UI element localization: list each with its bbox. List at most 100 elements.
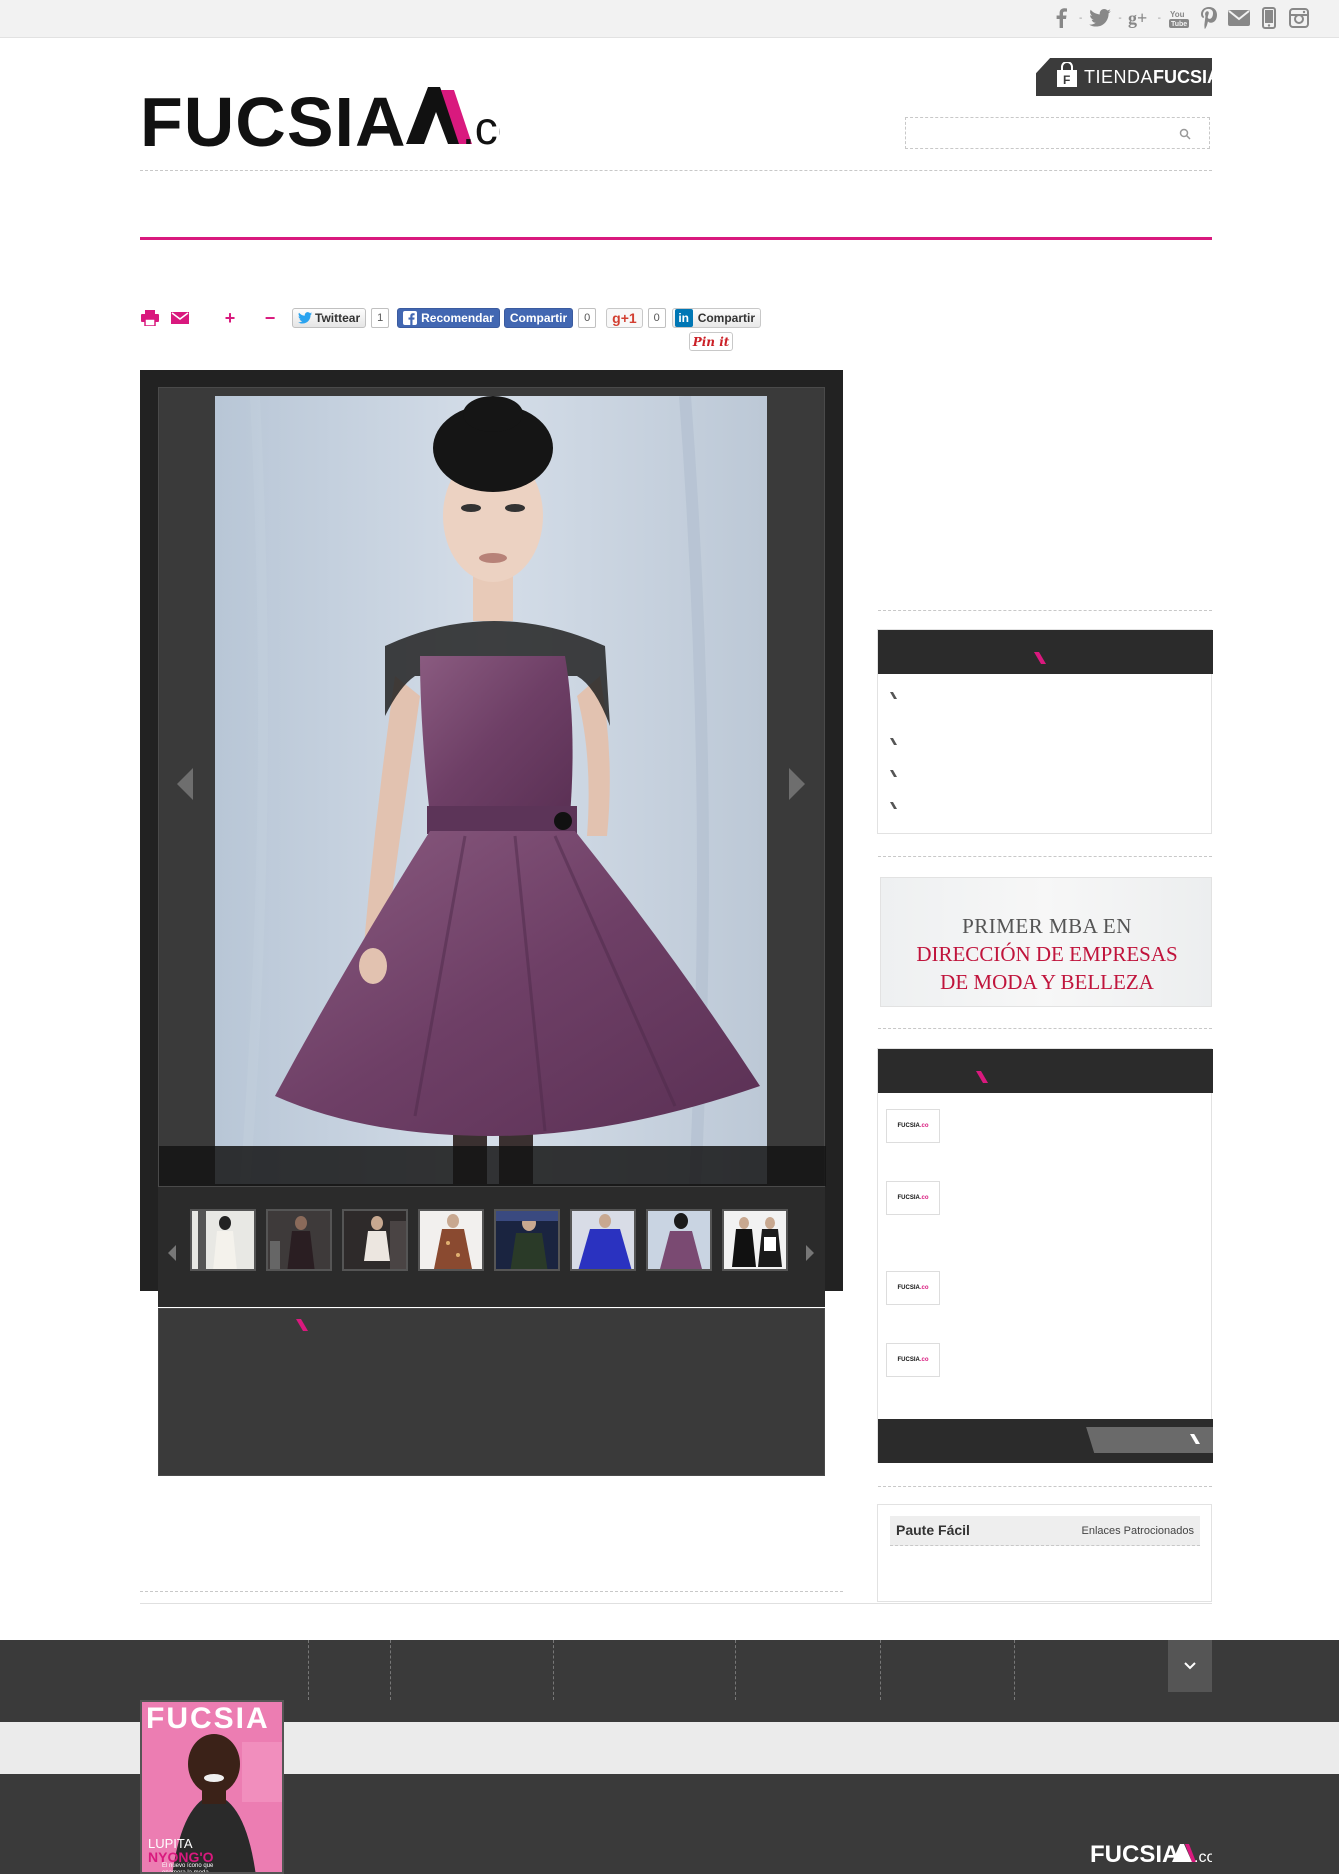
sidebar-divider xyxy=(878,610,1212,611)
photo-gallery xyxy=(140,370,843,1476)
thumbnail[interactable] xyxy=(570,1209,636,1271)
thumbnail[interactable] xyxy=(418,1209,484,1271)
mail-icon[interactable] xyxy=(1227,6,1251,30)
svg-text:FUCSIA: FUCSIA xyxy=(140,83,407,152)
thumbnail[interactable] xyxy=(722,1209,788,1271)
list-bullet-icon xyxy=(890,802,897,809)
tienda-label: TIENDA xyxy=(1084,66,1154,87)
tienda-fucsia-button[interactable]: F TIENDA FUCSIA xyxy=(1036,58,1212,96)
svg-text:g+: g+ xyxy=(1128,8,1147,28)
next-photo-arrow[interactable] xyxy=(789,768,805,800)
paute-facil-title[interactable]: Paute Fácil xyxy=(896,1522,970,1538)
article-thumbnail-logo[interactable]: FUCSIA .co xyxy=(886,1109,940,1143)
email-icon[interactable] xyxy=(170,308,190,328)
thumbnail[interactable] xyxy=(494,1209,560,1271)
cover-tagline: El nuevo ícono que enamora la moda xyxy=(162,1863,214,1874)
svg-text:F: F xyxy=(1063,73,1070,87)
widget-header xyxy=(878,1049,1213,1093)
twitter-icon[interactable] xyxy=(1088,6,1112,30)
separator: - xyxy=(1157,12,1161,24)
font-increase-button[interactable]: + xyxy=(220,308,240,328)
thumbs-next-arrow[interactable] xyxy=(806,1245,814,1261)
thumbs-previous-arrow[interactable] xyxy=(168,1245,176,1261)
sidebar-articles-widget: FUCSIA .co FUCSIA .co FUCSIA .co FUCSIA .co xyxy=(877,1048,1213,1463)
previous-photo-arrow[interactable] xyxy=(177,768,193,800)
twitter-share-button[interactable]: Twittear xyxy=(292,308,367,328)
photo-caption-bar xyxy=(159,1146,826,1186)
list-bullet-icon xyxy=(890,738,897,745)
share-toolbar: + − Twittear 1 Recomendar Compartir 0 g+… xyxy=(140,306,762,330)
footer-separator xyxy=(1014,1640,1015,1700)
fucsia-label: FUCSIA xyxy=(1153,66,1221,87)
mobile-icon[interactable] xyxy=(1257,6,1281,30)
footer-separator xyxy=(308,1640,309,1700)
twitter-share-label: Twittear xyxy=(315,311,361,325)
pinterest-icon[interactable] xyxy=(1197,6,1221,30)
svg-text:Tube: Tube xyxy=(1171,21,1187,28)
facebook-recommend-button[interactable]: Recomendar xyxy=(397,308,500,328)
facebook-share-button[interactable]: Compartir xyxy=(503,308,574,328)
mba-line-2: DIRECCIÓN DE EMPRESAS xyxy=(916,942,1178,966)
article-thumbnail-logo[interactable]: FUCSIA .co xyxy=(886,1271,940,1305)
photo-description-box xyxy=(158,1308,825,1476)
sidebar-divider xyxy=(878,1486,1212,1487)
search-icon[interactable] xyxy=(1179,127,1191,145)
instagram-icon[interactable] xyxy=(1287,6,1311,30)
main-photo[interactable] xyxy=(215,396,767,1184)
sidebar-divider xyxy=(878,1028,1212,1029)
brand-slash-icon xyxy=(1034,652,1046,664)
content-divider xyxy=(140,1591,843,1592)
content-bottom-line xyxy=(140,1603,1212,1604)
chevron-down-icon xyxy=(1184,1662,1196,1670)
google-plus-one-button[interactable]: g+1 xyxy=(606,308,643,328)
widget-header xyxy=(878,630,1213,674)
google-plus-icon[interactable]: g+ xyxy=(1128,6,1152,30)
separator: - xyxy=(1078,12,1083,24)
gallery-stage xyxy=(158,387,826,1187)
separator: - xyxy=(1118,12,1122,24)
linkedin-share-label: Compartir xyxy=(697,311,756,325)
scroll-down-button[interactable] xyxy=(1168,1640,1212,1692)
mba-line-1: PRIMER MBA EN xyxy=(962,914,1132,938)
pinterest-pin-button[interactable]: Pin it xyxy=(689,332,733,351)
svg-text:You: You xyxy=(1170,10,1185,19)
magazine-cover[interactable]: FUCSIA LUPITA NYONG'O El nuevo ícono que… xyxy=(140,1700,284,1874)
magazine-title: FUCSIA xyxy=(146,1702,270,1735)
mba-banner-ad[interactable]: PRIMER MBA EN DIRECCIÓN DE EMPRESAS DE M… xyxy=(880,877,1212,1007)
linkedin-icon: in xyxy=(674,309,693,327)
font-decrease-button[interactable]: − xyxy=(260,308,280,328)
mba-line-3: DE MODA Y BELLEZA xyxy=(940,970,1154,994)
widget-footer-bar xyxy=(878,1419,1213,1463)
svg-text:.co: .co xyxy=(1194,1849,1212,1866)
thumbnail[interactable] xyxy=(646,1209,712,1271)
thumbnail[interactable] xyxy=(342,1209,408,1271)
view-more-tab[interactable] xyxy=(1086,1427,1213,1453)
thumbnail[interactable] xyxy=(266,1209,332,1271)
sidebar-divider xyxy=(878,856,1212,857)
article-thumbnail-logo[interactable]: FUCSIA .co xyxy=(886,1181,940,1215)
footer-separator xyxy=(880,1640,881,1700)
thumbnail-strip xyxy=(158,1187,825,1307)
site-logo[interactable]: FUCSIA .co xyxy=(140,82,523,161)
paute-facil-header: Paute Fácil Enlaces Patrocionados xyxy=(890,1516,1200,1546)
brand-slash-icon xyxy=(976,1071,988,1083)
tweet-count: 1 xyxy=(371,308,390,328)
nav-pink-line xyxy=(140,237,1212,240)
linkedin-share-button[interactable]: in Compartir xyxy=(671,308,762,328)
list-bullet-icon xyxy=(890,770,897,777)
sponsored-links-label: Enlaces Patrocionados xyxy=(1081,1525,1194,1537)
facebook-count: 0 xyxy=(578,308,597,328)
youtube-icon[interactable]: You Tube xyxy=(1167,6,1191,30)
article-thumbnail-logo[interactable]: FUCSIA .co xyxy=(886,1343,940,1377)
sidebar-list-widget xyxy=(877,629,1213,834)
search-box xyxy=(905,117,1210,149)
thumbnail[interactable] xyxy=(190,1209,256,1271)
facebook-icon[interactable] xyxy=(1049,6,1073,30)
print-icon[interactable] xyxy=(140,308,160,328)
footer-logo[interactable]: FUCSIA .co xyxy=(1090,1840,1215,1871)
footer-separator xyxy=(553,1640,554,1700)
twitter-icon xyxy=(298,312,312,324)
svg-text:.co: .co xyxy=(462,102,500,152)
shopping-bag-icon: F xyxy=(1056,60,1078,93)
search-input[interactable] xyxy=(906,118,1176,148)
